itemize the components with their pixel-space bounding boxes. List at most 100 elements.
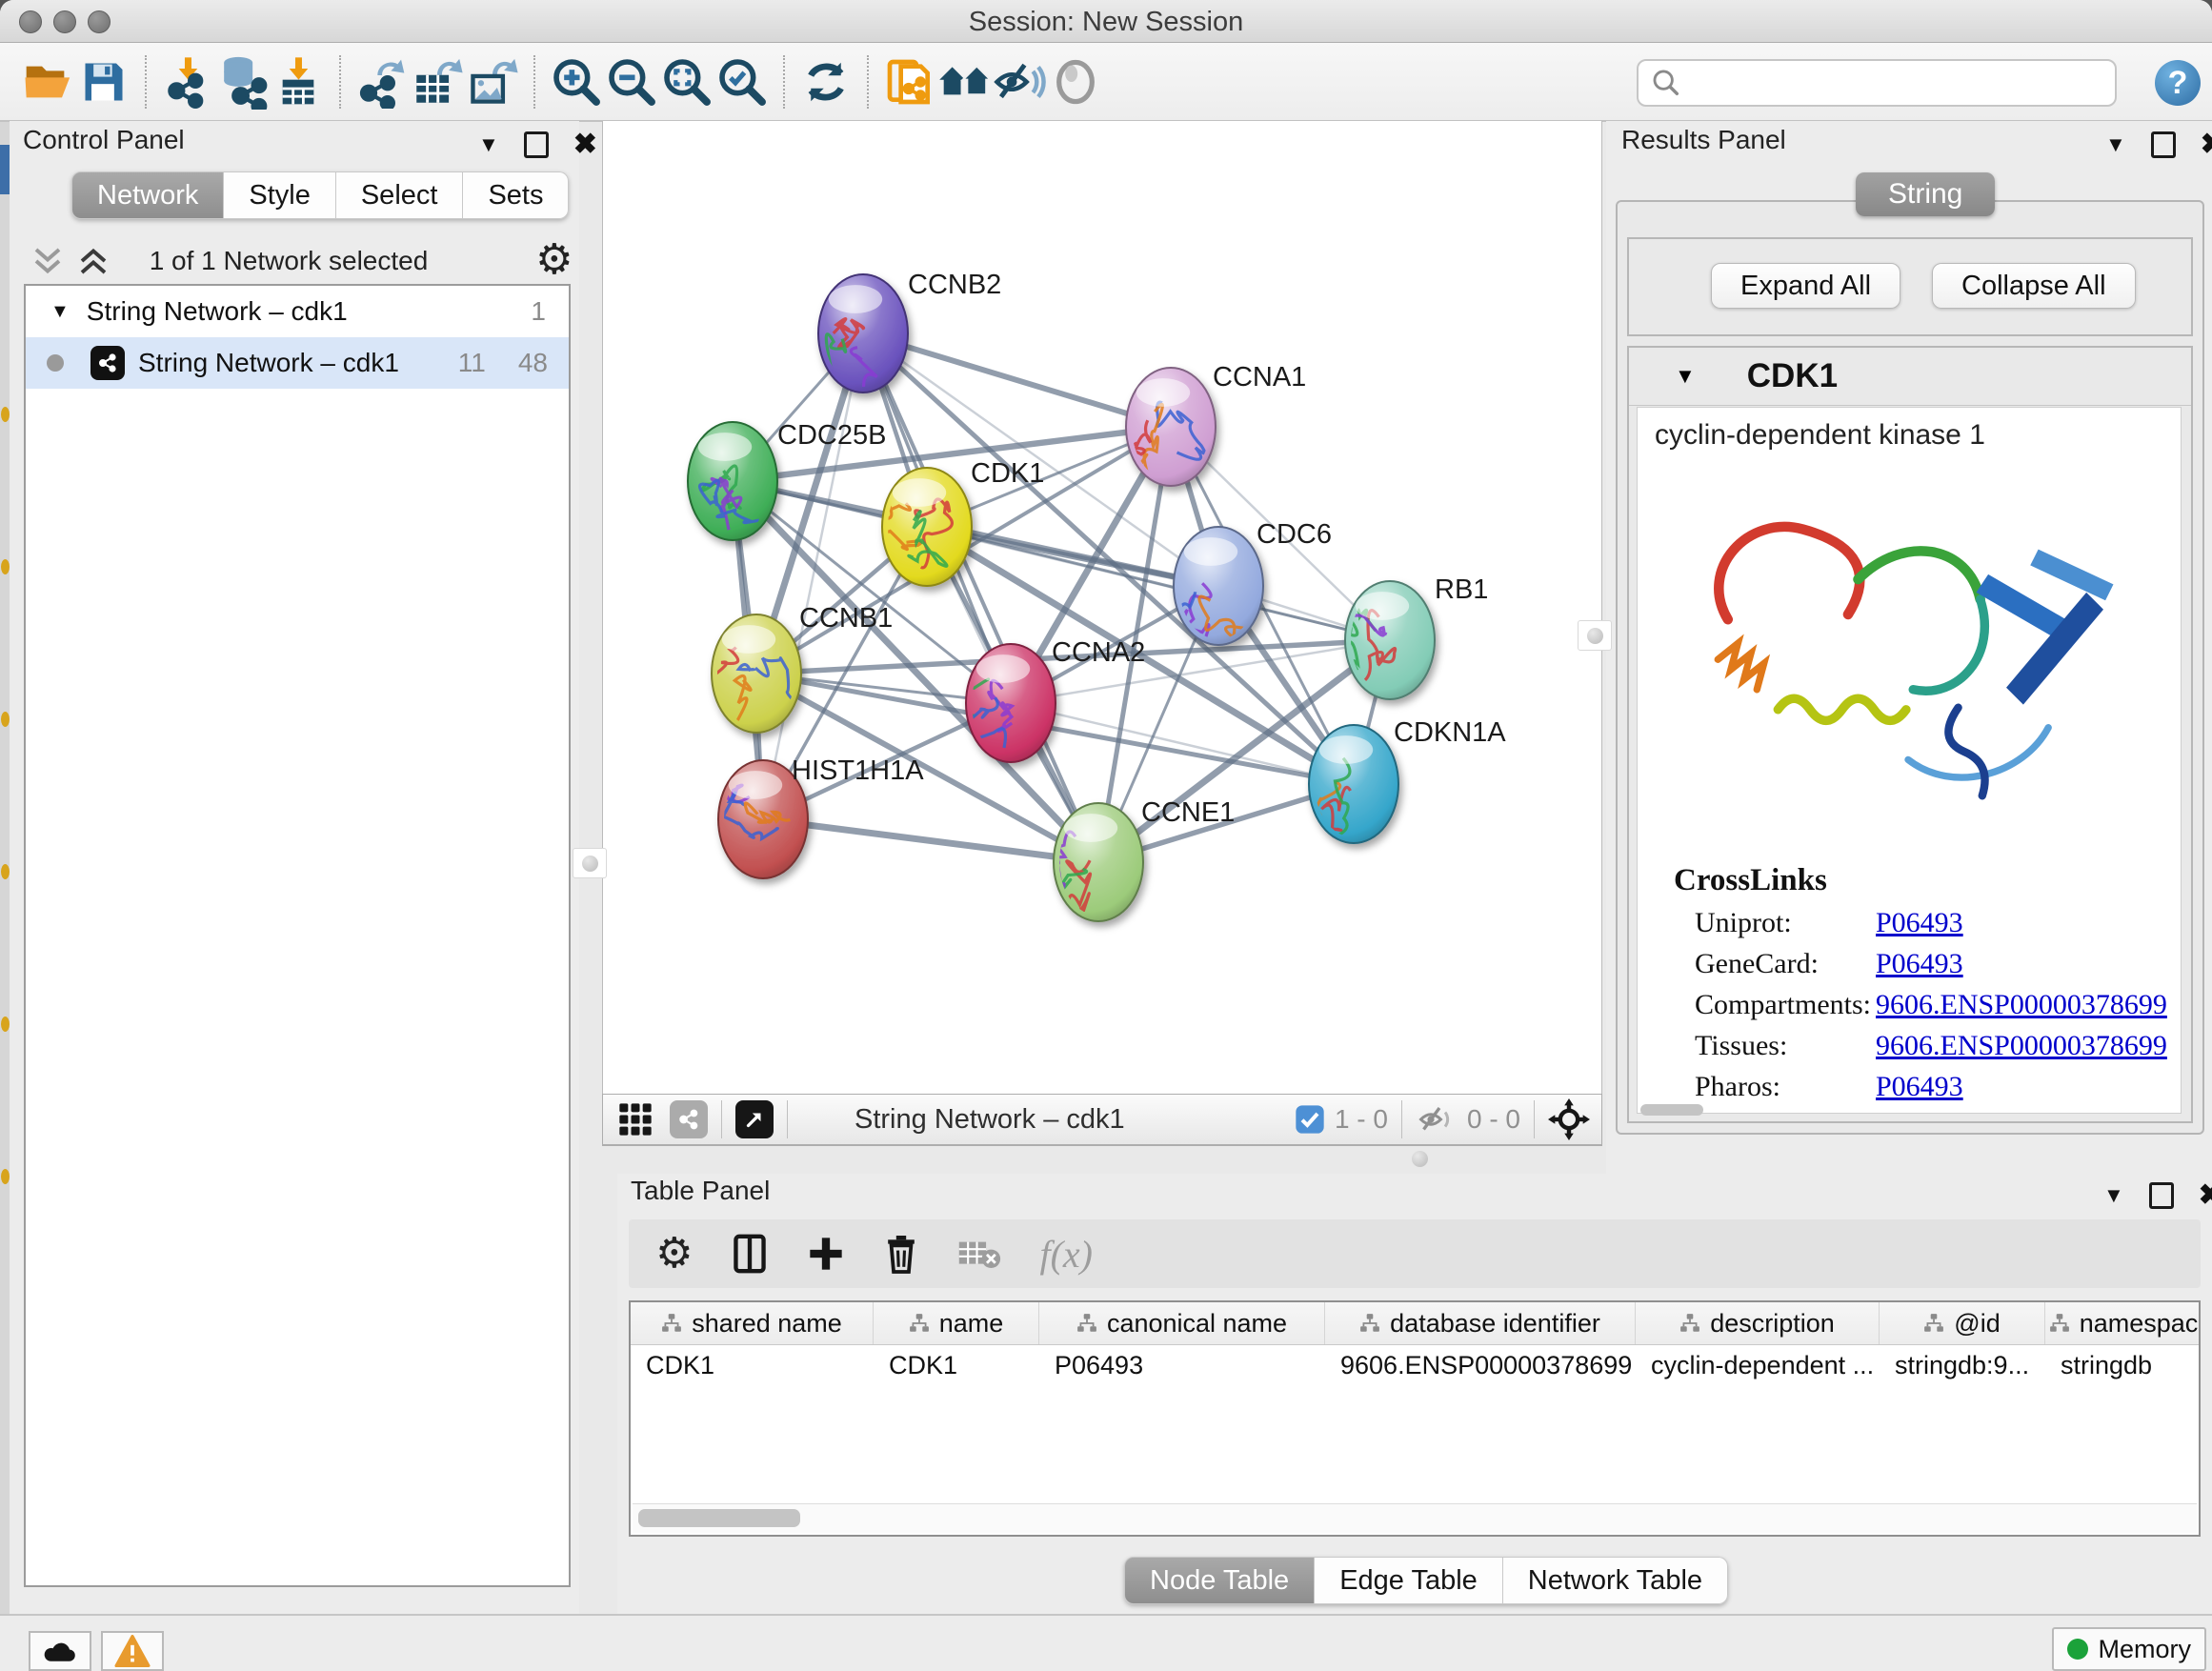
string-style-icon[interactable] — [670, 1100, 708, 1138]
network-node-CDC6[interactable]: CDC6 — [1152, 519, 1332, 694]
import-network-file-button[interactable] — [160, 54, 215, 110]
column-header-namespace[interactable]: namespace — [2045, 1302, 2201, 1344]
table-cell[interactable]: P06493 — [1039, 1345, 1325, 1385]
table-cell[interactable]: 9606.ENSP00000378699 — [1325, 1345, 1636, 1385]
open-session-button[interactable] — [21, 54, 76, 110]
expand-all-button[interactable]: Expand All — [1711, 263, 1900, 309]
export-network-button[interactable] — [354, 54, 410, 110]
tab-network-table[interactable]: Network Table — [1503, 1557, 1728, 1604]
gene-section-header[interactable]: ▼ CDK1 — [1629, 348, 2191, 406]
results-hscrollbar-thumb[interactable] — [1640, 1104, 1703, 1116]
import-network-database-button[interactable] — [215, 54, 271, 110]
table-cell[interactable]: cyclin-dependent ... — [1636, 1345, 1880, 1385]
hidden-eye-icon[interactable] — [1416, 1102, 1458, 1137]
share-session-button[interactable] — [882, 54, 937, 110]
delete-column-icon[interactable] — [883, 1233, 919, 1275]
panel-menu-icon[interactable]: ▼ — [478, 134, 499, 155]
column-header-@id[interactable]: @id — [1880, 1302, 2045, 1344]
hide-panel-button[interactable] — [993, 54, 1048, 110]
collapse-caret-icon[interactable]: ▼ — [1675, 364, 1696, 389]
warnings-button[interactable] — [101, 1631, 164, 1671]
network-node-CCNA1[interactable]: CCNA1 — [1123, 362, 1306, 486]
memory-status-dot — [2067, 1639, 2088, 1660]
export-image-button[interactable] — [465, 54, 520, 110]
tab-node-table[interactable]: Node Table — [1124, 1557, 1315, 1604]
network-edge[interactable] — [1011, 703, 1354, 784]
panel-menu-icon[interactable]: ▼ — [2103, 1185, 2124, 1206]
network-collection-row[interactable]: ▼ String Network – cdk1 1 — [26, 286, 569, 337]
tab-edge-table[interactable]: Edge Table — [1315, 1557, 1503, 1604]
close-panel-icon[interactable]: ✖ — [2199, 1181, 2212, 1210]
column-header-canonical-name[interactable]: canonical name — [1039, 1302, 1325, 1344]
function-builder-icon[interactable]: f(x) — [1039, 1232, 1093, 1277]
bottom-splitter-handle[interactable] — [1405, 1147, 1434, 1170]
network-node-HIST1H1A[interactable]: HIST1H1A — [694, 755, 924, 878]
zoom-selected-button[interactable] — [714, 54, 770, 110]
table-hscrollbar[interactable] — [633, 1503, 2197, 1533]
home-view-button[interactable] — [937, 54, 993, 110]
float-panel-icon[interactable] — [2151, 131, 2176, 158]
table-cell[interactable]: stringdb:9... — [1880, 1345, 2045, 1385]
table-cell[interactable]: stringdb — [2045, 1345, 2201, 1385]
collapse-all-icon[interactable] — [30, 245, 65, 277]
column-header-database-identifier[interactable]: database identifier — [1325, 1302, 1636, 1344]
crosslink-link[interactable]: P06493 — [1876, 907, 1963, 939]
tab-sets[interactable]: Sets — [463, 171, 569, 219]
fit-content-crosshair-icon[interactable] — [1548, 1098, 1590, 1140]
network-options-gear-icon[interactable]: ⚙ — [535, 239, 573, 281]
column-header-description[interactable]: description — [1636, 1302, 1880, 1344]
export-table-button[interactable] — [410, 54, 465, 110]
network-node-RB1[interactable]: RB1 — [1320, 574, 1488, 699]
table-row[interactable]: CDK1CDK1P064939606.ENSP00000378699cyclin… — [631, 1345, 2199, 1385]
collection-caret-icon[interactable]: ▼ — [50, 301, 70, 323]
cloud-status-button[interactable] — [29, 1631, 91, 1671]
zoom-out-button[interactable] — [604, 54, 659, 110]
network-node-CDC25B[interactable]: CDC25B — [688, 420, 886, 540]
network-node-CCNE1[interactable]: CCNE1 — [1033, 797, 1235, 939]
crosslink-link[interactable]: P06493 — [1876, 1071, 1963, 1103]
crosslink-link[interactable]: 9606.ENSP00000378699 — [1876, 989, 2167, 1021]
column-header-shared-name[interactable]: shared name — [631, 1302, 874, 1344]
crosslink-link[interactable]: 9606.ENSP00000378699 — [1876, 1030, 2167, 1062]
zoom-in-button[interactable] — [549, 54, 604, 110]
save-session-button[interactable] — [76, 54, 131, 110]
expand-all-icon[interactable] — [76, 245, 111, 277]
memory-button[interactable]: Memory — [2052, 1627, 2206, 1671]
column-header-name[interactable]: name — [874, 1302, 1039, 1344]
tab-style[interactable]: Style — [224, 171, 335, 219]
crosslink-link[interactable]: P06493 — [1876, 948, 1963, 980]
tab-select[interactable]: Select — [336, 171, 464, 219]
float-panel-icon[interactable] — [2149, 1182, 2174, 1209]
birdseye-view-icon[interactable] — [735, 1100, 774, 1138]
show-view-button[interactable] — [1048, 54, 1103, 110]
network-edge[interactable] — [863, 333, 1171, 427]
delete-table-icon[interactable] — [957, 1237, 1001, 1271]
table-options-gear-icon[interactable]: ⚙ — [655, 1233, 693, 1275]
table-cell[interactable]: CDK1 — [631, 1345, 874, 1385]
grid-view-icon[interactable] — [616, 1100, 654, 1138]
network-row-selected[interactable]: String Network – cdk1 11 48 — [26, 337, 569, 389]
selected-checkbox-icon[interactable] — [1295, 1104, 1325, 1135]
tab-network[interactable]: Network — [71, 171, 224, 219]
left-splitter-handle[interactable] — [573, 848, 607, 878]
collapse-all-button[interactable]: Collapse All — [1932, 263, 2136, 309]
right-splitter-handle[interactable] — [1578, 620, 1612, 651]
close-panel-icon[interactable]: ✖ — [573, 131, 597, 159]
zoom-fit-button[interactable] — [659, 54, 714, 110]
float-panel-icon[interactable] — [524, 131, 549, 158]
tab-string[interactable]: String — [1856, 172, 1995, 216]
network-node-CDK1[interactable]: CDK1 — [877, 458, 1044, 586]
close-panel-icon[interactable]: ✖ — [2201, 131, 2212, 159]
show-columns-icon[interactable] — [731, 1233, 769, 1275]
network-canvas[interactable]: CCNB2CCNA1CDC25BCDK1CDC6RB1CCNB1CCNA2CDK… — [602, 121, 1602, 1094]
add-column-icon[interactable] — [807, 1235, 845, 1273]
panel-menu-icon[interactable]: ▼ — [2105, 134, 2126, 155]
search-input[interactable] — [1690, 68, 2115, 99]
import-table-button[interactable] — [271, 54, 326, 110]
table-cell[interactable]: CDK1 — [874, 1345, 1039, 1385]
help-button[interactable]: ? — [2155, 60, 2201, 106]
zoom-fit-icon — [660, 55, 714, 109]
network-edge[interactable] — [763, 333, 863, 819]
network-edge[interactable] — [763, 819, 1098, 862]
refresh-view-button[interactable] — [798, 54, 854, 110]
